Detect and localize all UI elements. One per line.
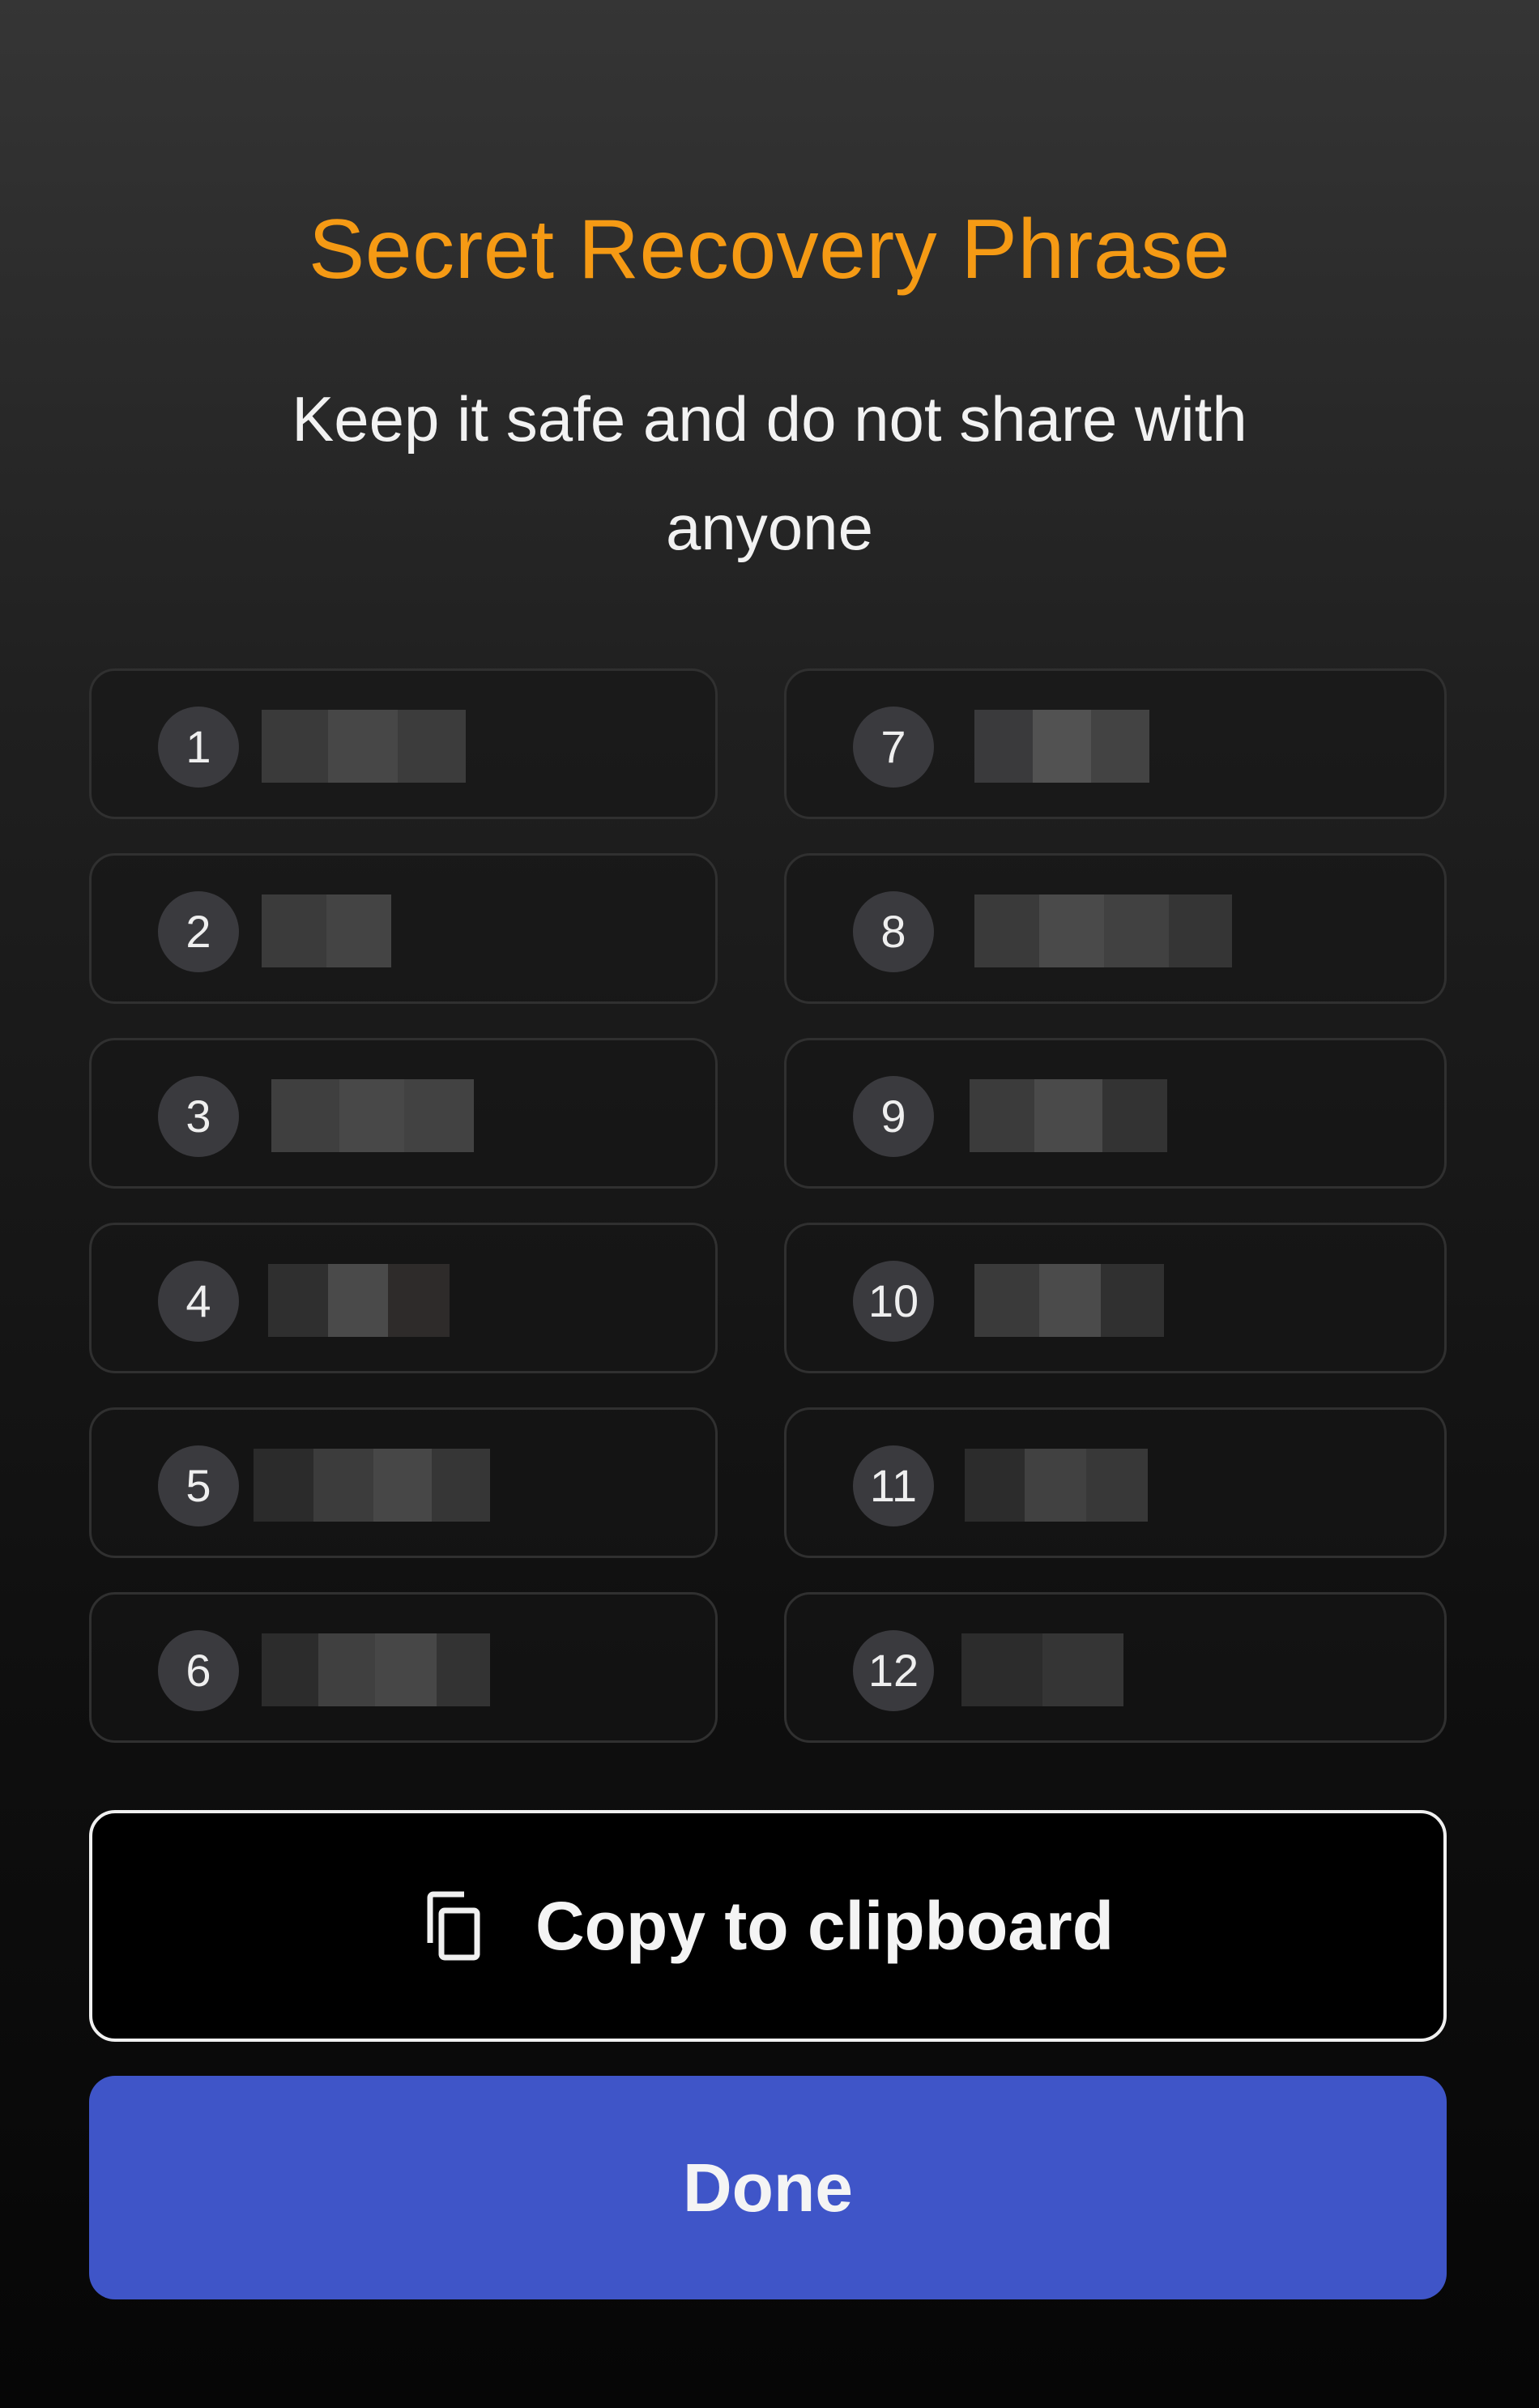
phrase-word-3: 3	[89, 1038, 718, 1189]
phrase-word-5: 5	[89, 1407, 718, 1558]
masked-word	[970, 1079, 1167, 1152]
phrase-word-8: 8	[784, 853, 1447, 1004]
done-button[interactable]: Done	[89, 2076, 1447, 2299]
phrase-word-4: 4	[89, 1223, 718, 1373]
masked-word	[961, 1633, 1123, 1706]
word-number-badge: 3	[158, 1076, 239, 1157]
word-number-badge: 8	[853, 891, 934, 972]
word-number-badge: 7	[853, 707, 934, 788]
masked-word	[254, 1449, 490, 1522]
masked-word	[974, 1264, 1164, 1337]
word-number-badge: 9	[853, 1076, 934, 1157]
word-number-badge: 10	[853, 1261, 934, 1342]
word-number-badge: 4	[158, 1261, 239, 1342]
word-number-badge: 2	[158, 891, 239, 972]
phrase-word-7: 7	[784, 668, 1447, 819]
masked-word	[262, 1633, 490, 1706]
phrase-word-12: 12	[784, 1592, 1447, 1743]
word-number-badge: 11	[853, 1445, 934, 1526]
phrase-word-9: 9	[784, 1038, 1447, 1189]
word-number-badge: 12	[853, 1630, 934, 1711]
done-button-label: Done	[683, 2149, 853, 2226]
phrase-word-1: 1	[89, 668, 718, 819]
masked-word	[268, 1264, 450, 1337]
page-title: Secret Recovery Phrase	[308, 203, 1231, 297]
recovery-phrase-screen: Secret Recovery Phrase Keep it safe and …	[0, 0, 1539, 2408]
phrase-word-6: 6	[89, 1592, 718, 1743]
masked-word	[965, 1449, 1148, 1522]
page-subtitle: Keep it safe and do not share with anyon…	[292, 383, 1247, 563]
phrase-word-2: 2	[89, 853, 718, 1004]
masked-word	[271, 1079, 474, 1152]
copy-to-clipboard-button[interactable]: Copy to clipboard	[89, 1810, 1447, 2042]
word-number-badge: 6	[158, 1630, 239, 1711]
word-number-badge: 1	[158, 707, 239, 788]
phrase-word-11: 11	[784, 1407, 1447, 1558]
word-number-badge: 5	[158, 1445, 239, 1526]
masked-word	[262, 710, 466, 783]
masked-word	[262, 894, 391, 967]
masked-word	[974, 710, 1149, 783]
phrase-word-10: 10	[784, 1223, 1447, 1373]
copy-icon	[422, 1889, 487, 1962]
copy-button-label: Copy to clipboard	[535, 1887, 1114, 1964]
masked-word	[974, 894, 1232, 967]
phrase-grid: 1 2 3 4 5 6 7 8 9 10 11 12	[89, 668, 1447, 1746]
